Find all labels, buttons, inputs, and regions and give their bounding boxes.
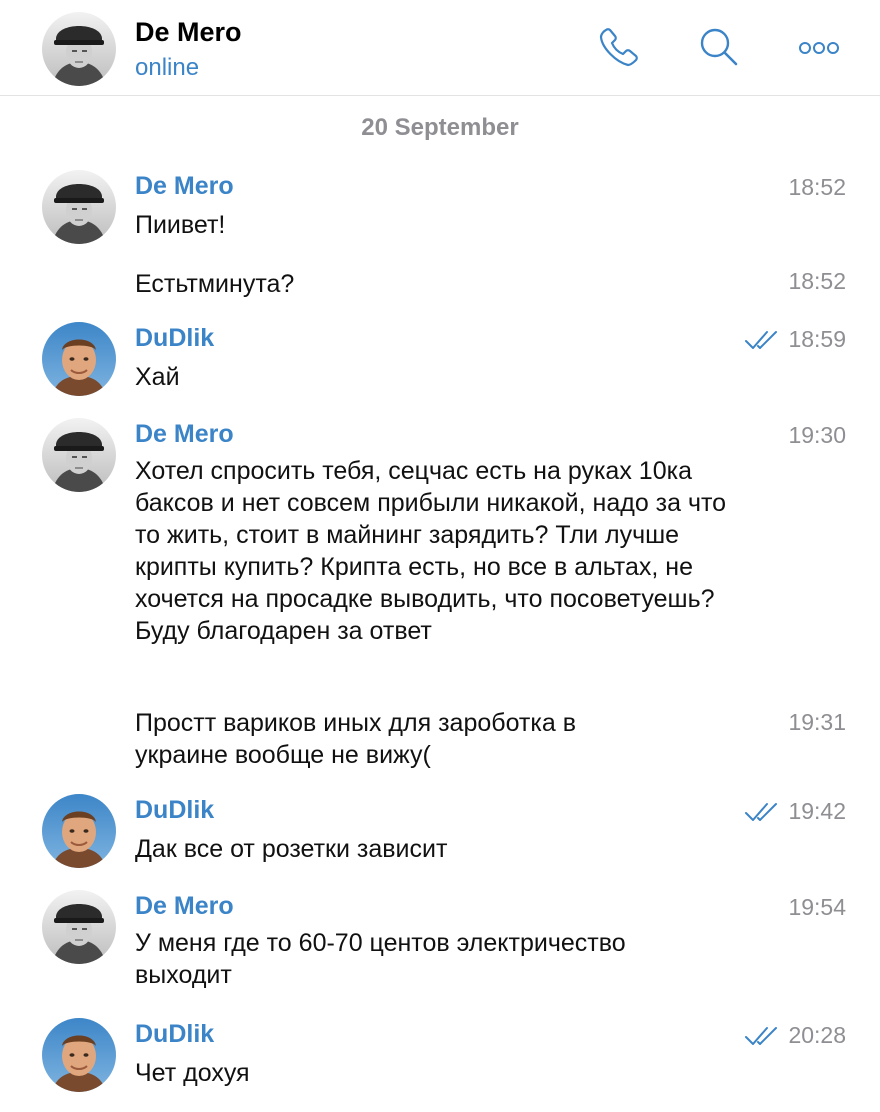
double-check-icon [744,801,780,823]
date-separator: 20 September [361,114,519,141]
sender-avatar[interactable] [42,418,116,492]
sender-name[interactable]: DuDlik [135,324,214,353]
message-time: 18:59 [744,326,846,353]
chat-status: online [135,54,200,81]
message-time: 19:42 [744,798,846,825]
message-text: Хай [135,363,180,391]
more-icon[interactable] [796,24,842,70]
message-time: 19:31 [788,709,846,735]
sender-name[interactable]: De Mero [135,172,234,201]
message-text: Хотел спросить тебя, сецчас есть на рука… [135,457,727,645]
chat-avatar[interactable] [42,12,116,86]
phone-icon[interactable] [596,24,642,70]
message-time: 19:30 [788,422,846,448]
message-text: Простт вариков иных для зароботка в укра… [135,709,577,769]
double-check-icon [744,329,780,351]
sender-avatar[interactable] [42,890,116,964]
sender-name[interactable]: De Mero [135,892,234,921]
sender-name[interactable]: DuDlik [135,1020,214,1049]
message-text: Пиивет! [135,211,226,239]
chat-title[interactable]: De Mero [135,17,242,48]
message-time: 19:54 [788,894,846,920]
message-text: Естьтминута? [135,270,295,298]
chat-header: De Mero online [0,0,880,96]
sender-avatar[interactable] [42,170,116,244]
sender-avatar[interactable] [42,1018,116,1092]
message-text: Чет дохуя [135,1059,250,1087]
message-text: Дак все от розетки зависит [135,835,448,863]
sender-avatar[interactable] [42,794,116,868]
double-check-icon [744,1025,780,1047]
message-time: 20:28 [744,1022,846,1049]
message-time: 18:52 [788,268,846,294]
sender-name[interactable]: DuDlik [135,796,214,825]
search-icon[interactable] [696,24,742,70]
sender-avatar[interactable] [42,322,116,396]
sender-name[interactable]: De Mero [135,420,234,449]
message-time: 18:52 [788,174,846,200]
message-text: У меня где то 60-70 центов электричество… [135,929,626,989]
